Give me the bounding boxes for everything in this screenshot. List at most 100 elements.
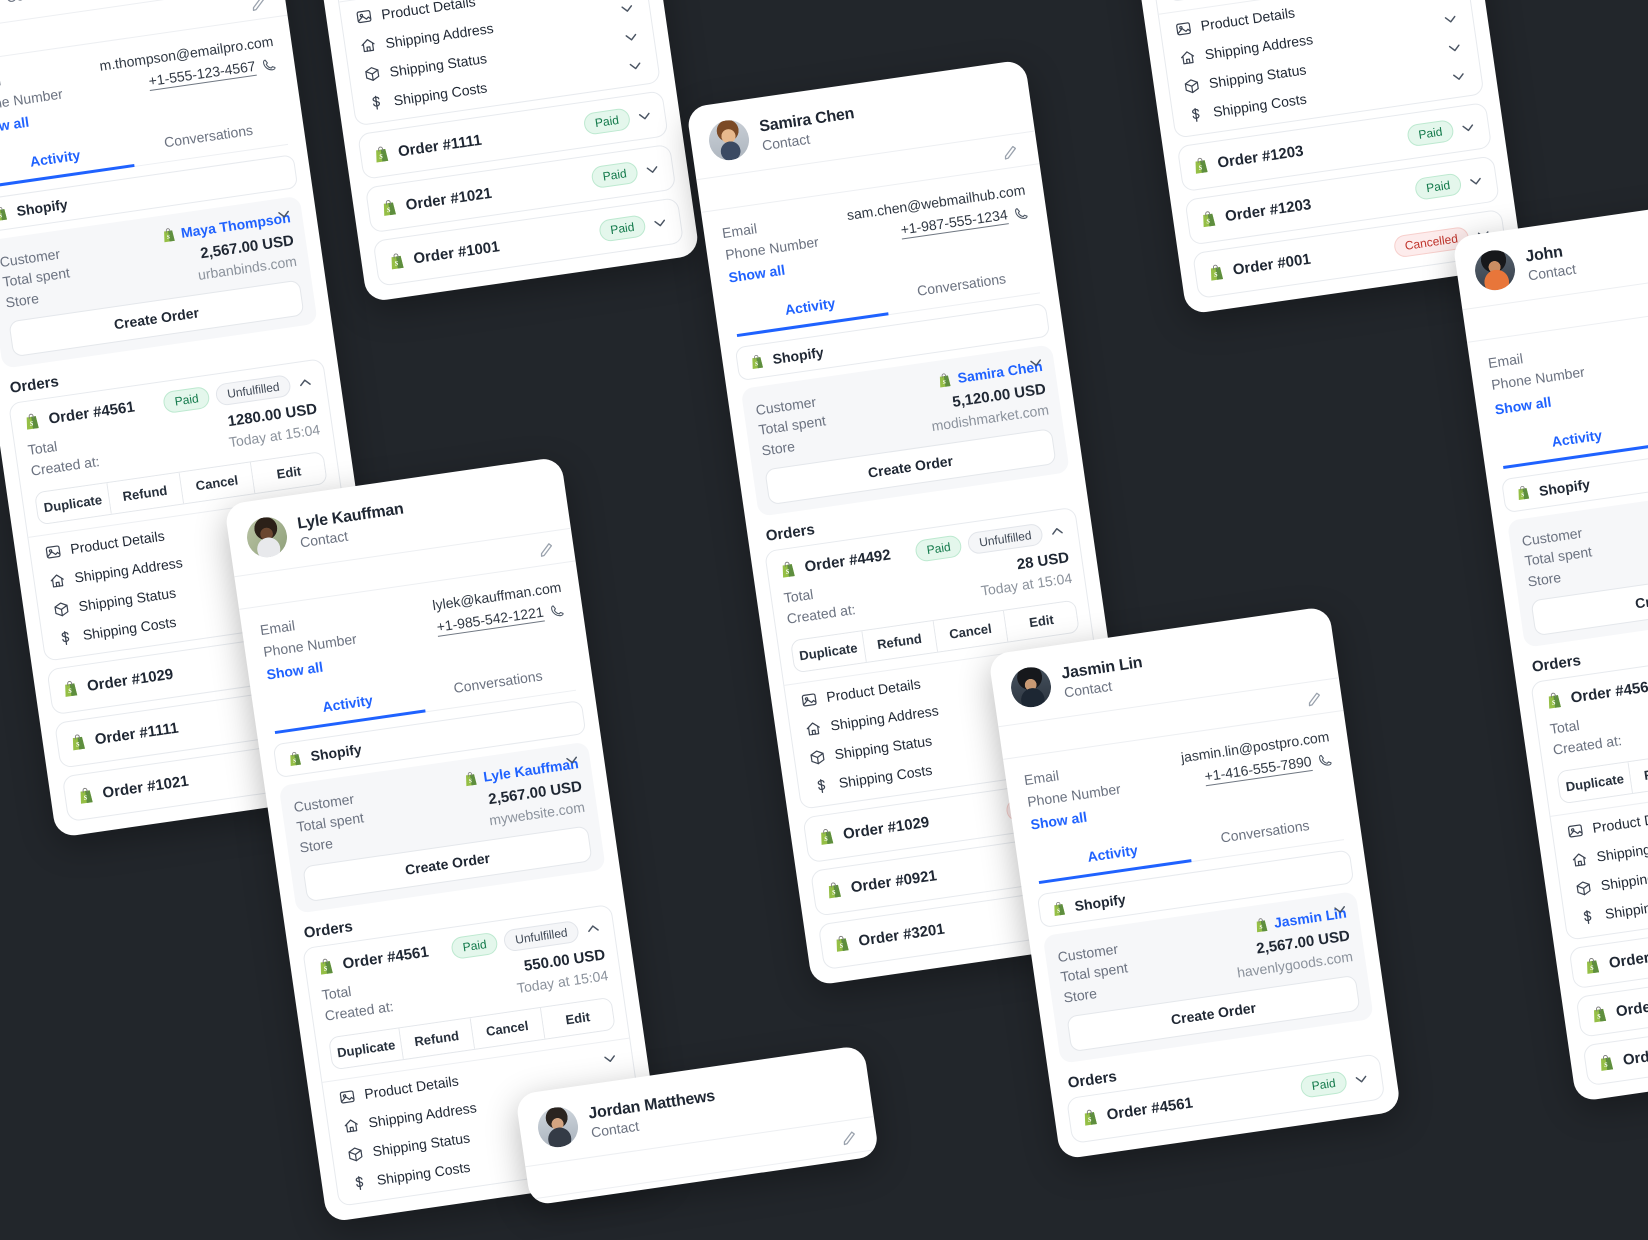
order-id: Order #4561 [47,398,136,428]
chevron-down-icon[interactable] [1445,39,1463,57]
edit-button[interactable]: Edit [251,451,327,493]
chevron-down-icon[interactable] [1331,900,1349,918]
edit-pencil-icon[interactable] [248,0,268,14]
chevron-down-icon[interactable] [1467,172,1485,190]
shipping-costs-icon [372,95,381,110]
cancel-button[interactable]: Cancel [179,461,256,503]
order-panel-expanded: SOrder #4561PaidTotal120.00 USDCreated a… [1530,636,1648,941]
shopify-bag-icon: S [1548,692,1561,709]
shopify-bag-icon: S [1600,1054,1614,1071]
shopify-bag-icon: S [940,372,951,387]
shopify-bag-icon: S [72,734,85,751]
chevron-down-icon[interactable] [618,0,636,17]
shopify-bag-icon: S [65,681,78,697]
chevron-down-icon[interactable] [1450,68,1468,86]
chevron-down-icon[interactable] [651,214,669,232]
refund-button[interactable]: Refund [399,1017,475,1059]
phone-icon[interactable] [548,602,565,619]
order-id: Order #1203 [1224,196,1313,226]
product-details-icon [1176,21,1191,35]
cancel-button[interactable]: Cancel [470,1007,546,1049]
product-details-icon [801,692,817,707]
shipping-address-icon [1572,852,1586,867]
phone-icon[interactable] [1316,752,1333,769]
edit-button[interactable]: Edit [540,997,615,1039]
order-id: Order #3201 [857,920,946,950]
order-id: Order #1111 [93,719,180,749]
shopify-bag-icon: S [465,771,477,786]
edit-pencil-icon[interactable] [1000,142,1020,162]
shopify-bag-icon: S [26,413,39,430]
total-label: Total [26,437,59,458]
order-id: Order #1204 [1621,1039,1648,1069]
order-id: Order #1021 [101,772,190,802]
chevron-up-icon[interactable] [296,373,314,391]
avatar [244,514,290,560]
chevron-down-icon[interactable] [563,751,581,769]
refund-button[interactable]: Refund [862,620,938,662]
chevron-up-icon[interactable] [1048,522,1066,540]
edit-pencil-icon[interactable] [839,1128,859,1148]
shipping-status-icon [810,749,825,764]
order-id: Order #1111 [1607,943,1648,972]
shipping-status-icon [1576,880,1591,895]
duplicate-button[interactable]: Duplicate [329,1027,405,1069]
badge-paid: Paid [1413,171,1463,201]
chevron-up-icon[interactable] [584,919,602,937]
order-id: Order #4561 [341,943,430,973]
chevron-down-icon[interactable] [1441,10,1459,28]
shipping-address-icon [1180,50,1195,64]
refund-button[interactable]: Refund [107,472,184,514]
duplicate-button[interactable]: Duplicate [791,630,867,672]
badge-paid: Paid [597,214,647,243]
total-label: Total [320,982,353,1003]
shopify-bag-icon: S [1203,211,1216,228]
shopify-bag-icon: S [828,882,841,899]
total-label: Total [782,585,815,606]
product-details-icon [356,10,372,24]
chevron-down-icon[interactable] [626,56,644,74]
shopify-bag-icon: S [80,787,93,804]
shipping-costs-icon [817,778,826,793]
badge-paid: Paid [582,107,632,136]
avatar [535,1104,581,1150]
shopify-bag-icon: S [1518,486,1530,500]
phone-icon[interactable] [260,56,277,73]
chevron-down-icon[interactable] [275,205,293,223]
chevron-down-icon[interactable] [1027,354,1045,372]
edit-pencil-icon[interactable] [536,539,556,559]
badge-unfulfilled: Unfulfilled [214,373,292,407]
contact-card-john-contact: John Contact Email Phone Number Show all Acti… [1452,188,1648,1102]
shopify-label: Shopify [1537,475,1591,499]
total-label: Total [1548,716,1581,737]
duplicate-button[interactable]: Duplicate [1557,761,1634,803]
store-label: Store [298,834,334,856]
email-label: Email [1023,767,1061,789]
contact-role: Contact [5,0,130,5]
order-id: Order #001 [1231,250,1312,279]
order-badges: Paid [582,104,654,136]
shopify-bag-icon: S [391,253,404,269]
shipping-status-icon [365,67,380,81]
chevron-down-icon[interactable] [1459,118,1477,136]
phone-icon[interactable] [1012,205,1029,222]
chevron-down-icon[interactable] [601,1050,619,1068]
chevron-down-icon[interactable] [1352,1070,1370,1088]
order-id: Order #1021 [404,184,493,214]
shopify-bag-icon: S [1593,1006,1607,1022]
shipping-address-icon [50,573,64,588]
store-label: Store [760,437,796,459]
shipping-address-icon [806,721,820,736]
product-details-icon [339,1089,355,1104]
chevron-down-icon[interactable] [636,107,654,125]
edit-pencil-icon[interactable] [1304,689,1324,709]
refund-button[interactable]: Refund [1628,751,1648,793]
cancel-button[interactable]: Cancel [933,610,1009,652]
chevron-down-icon[interactable] [643,160,661,178]
duplicate-button[interactable]: Duplicate [35,482,112,524]
shopify-bag-icon: S [376,146,389,162]
edit-button[interactable]: Edit [1004,600,1079,641]
chevron-down-icon[interactable] [622,28,640,46]
shopify-bag-icon: S [821,829,834,845]
shopify-bag-icon: S [1256,917,1268,932]
